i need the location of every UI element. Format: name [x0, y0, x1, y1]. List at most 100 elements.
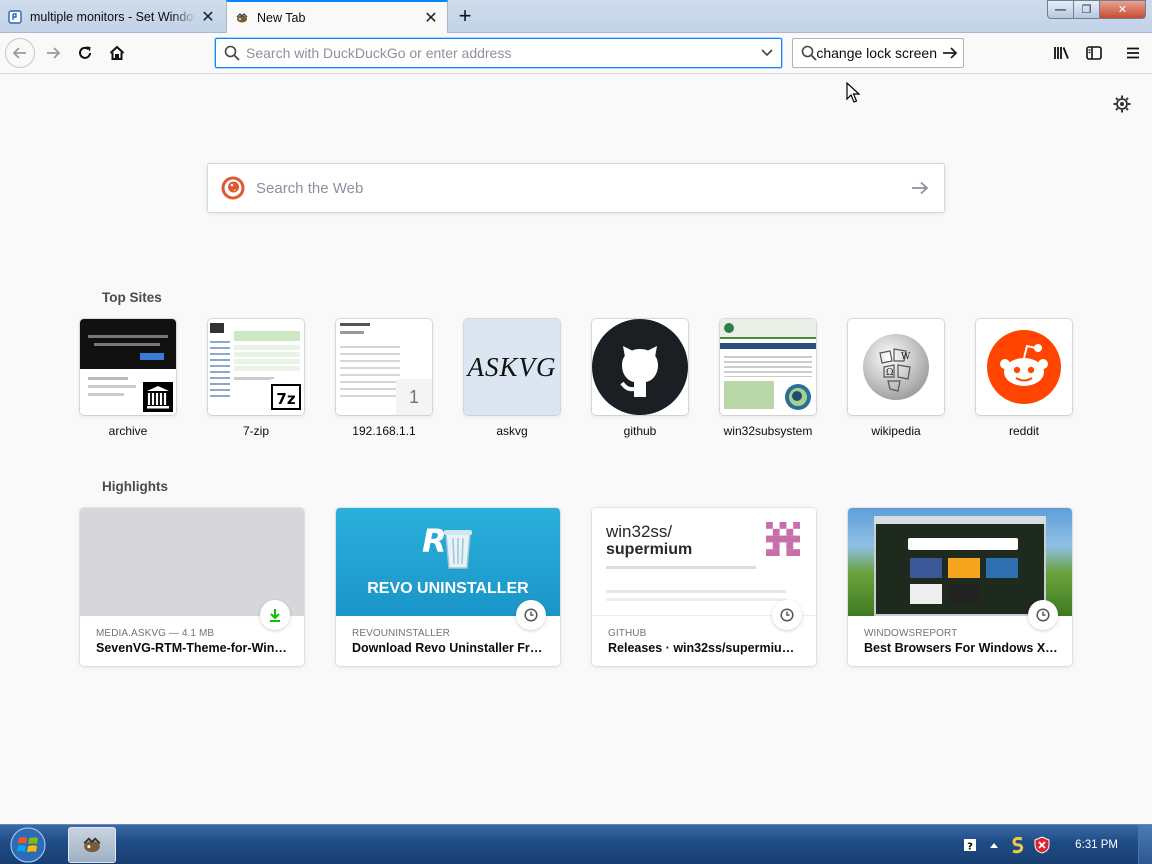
window-controls: — ❐ ✕: [1047, 0, 1146, 19]
home-icon: [109, 45, 125, 60]
close-window-button[interactable]: ✕: [1100, 0, 1146, 19]
web-search-submit-button[interactable]: [896, 164, 944, 212]
svg-text:W: W: [901, 352, 911, 362]
tab-new-tab[interactable]: New Tab ✕: [226, 0, 448, 34]
address-bar[interactable]: [215, 38, 782, 68]
minimize-button[interactable]: —: [1047, 0, 1074, 19]
taskbar-browser-button[interactable]: [68, 827, 116, 863]
start-button[interactable]: [6, 826, 50, 864]
highlights-grid: MEDIA.ASKVG — 4.1 MB SevenVG-RTM-Theme-f…: [80, 508, 1080, 668]
top-site-label: archive: [108, 424, 148, 438]
revo-logo-icon: R: [422, 522, 472, 569]
tab-multiple-monitors[interactable]: multiple monitors - Set Windows ✕: [0, 0, 224, 33]
sidebar-icon: [1086, 46, 1102, 60]
top-site-archive[interactable]: archive: [80, 319, 176, 438]
top-site-askvg[interactable]: ASKVG askvg: [464, 319, 560, 438]
clock-time[interactable]: 6:31 PM: [1075, 839, 1118, 851]
top-site-thumbnail[interactable]: [80, 319, 176, 415]
top-site-label: 7-zip: [242, 424, 269, 438]
sidebar-button[interactable]: [1079, 38, 1109, 68]
duckduckgo-logo-icon: [221, 176, 245, 200]
new-tab-button[interactable]: +: [452, 3, 478, 28]
download-icon: [270, 609, 280, 622]
top-site-thumbnail[interactable]: ASKVG: [464, 319, 560, 415]
svg-text:R: R: [422, 522, 447, 560]
search-icon: [224, 45, 240, 61]
close-tab-icon[interactable]: ✕: [423, 10, 439, 27]
clock-icon: [524, 608, 538, 622]
back-arrow-icon: [12, 47, 26, 59]
system-tray: ? 6:31 PM: [961, 825, 1152, 864]
svg-text:?: ?: [967, 842, 973, 853]
highlight-source: WINDOWSREPORT: [864, 628, 958, 639]
search-bar-text[interactable]: change lock screen: [817, 45, 937, 61]
svg-text:Ω: Ω: [886, 368, 893, 378]
mouse-cursor-icon: [846, 82, 860, 103]
highlight-title: Releases · win32ss/supermium · GitHub: [608, 641, 804, 655]
home-button[interactable]: [102, 38, 132, 68]
highlight-title: Best Browsers For Windows XP to use in 2…: [864, 641, 1060, 655]
app-tray-icon[interactable]: [1009, 836, 1027, 854]
top-site-label: github: [623, 424, 657, 438]
search-go-button[interactable]: [937, 39, 963, 67]
top-site-reddit[interactable]: reddit: [976, 319, 1072, 438]
windows-taskbar: ? 6:31 PM: [0, 824, 1152, 864]
highlight-card[interactable]: MEDIA.ASKVG — 4.1 MB SevenVG-RTM-Theme-f…: [80, 508, 304, 666]
top-site-win32subsystem[interactable]: win32subsystem: [720, 319, 816, 438]
download-badge: [260, 600, 290, 630]
new-tab-page: Top Sites archive: [0, 74, 1152, 824]
tab-strip: multiple monitors - Set Windows ✕ New Ta…: [0, 0, 1152, 34]
wikipedia-logo-icon: W Ω: [863, 334, 929, 400]
top-site-thumbnail[interactable]: [592, 319, 688, 415]
top-site-label: reddit: [1008, 424, 1040, 438]
help-tray-icon[interactable]: ?: [961, 836, 979, 854]
top-site-thumbnail[interactable]: 1: [336, 319, 432, 415]
windows-logo-icon: [10, 827, 46, 863]
security-shield-icon[interactable]: [1033, 836, 1051, 854]
top-site-thumbnail[interactable]: W Ω: [848, 319, 944, 415]
svg-text:7z: 7z: [276, 390, 295, 408]
top-sites-heading: Top Sites: [102, 290, 162, 305]
library-button[interactable]: [1047, 38, 1077, 68]
search-bar[interactable]: change lock screen: [792, 38, 964, 68]
history-dropdown-button[interactable]: [753, 39, 781, 67]
top-site-wikipedia[interactable]: W Ω wikipedia: [848, 319, 944, 438]
browser-app-icon: [83, 837, 101, 853]
top-site-label: askvg: [496, 424, 528, 438]
top-site-thumbnail[interactable]: [720, 319, 816, 415]
github-logo-icon: [592, 319, 688, 415]
reload-icon: [79, 46, 91, 59]
gear-icon: [1113, 95, 1131, 113]
top-site-thumbnail[interactable]: [976, 319, 1072, 415]
web-search-box[interactable]: [207, 163, 945, 213]
top-site-label: win32subsystem: [723, 424, 813, 438]
top-site-7zip[interactable]: 7z 7-zip: [208, 319, 304, 438]
highlight-card[interactable]: WINDOWSREPORT Best Browsers For Windows …: [848, 508, 1072, 666]
reload-button[interactable]: [70, 38, 100, 68]
show-hidden-icons-icon[interactable]: [985, 836, 1003, 854]
highlight-card[interactable]: win32ss/ supermium GITHUB Releases · win…: [592, 508, 816, 666]
top-site-github[interactable]: github: [592, 319, 688, 438]
highlight-card[interactable]: R REVO UNINSTALLER REVOUNINSTALLER Downl…: [336, 508, 560, 666]
library-icon: [1054, 47, 1069, 59]
askvg-logo: ASKVG: [467, 351, 557, 382]
page-settings-button[interactable]: [1110, 92, 1134, 116]
repo-owner-text: win32ss/: [606, 522, 673, 541]
top-site-label: 192.168.1.1: [352, 424, 416, 438]
top-site-router[interactable]: 1 192.168.1.1: [336, 319, 432, 438]
forward-button[interactable]: [38, 38, 68, 68]
restore-button[interactable]: ❐: [1074, 0, 1100, 19]
address-input[interactable]: [240, 40, 753, 66]
highlights-heading: Highlights: [102, 479, 168, 494]
show-desktop-button[interactable]: [1138, 825, 1152, 864]
highlight-title: Download Revo Uninstaller Freeware: [352, 641, 548, 655]
back-button[interactable]: [5, 38, 35, 68]
close-tab-icon[interactable]: ✕: [200, 9, 216, 26]
chevron-down-icon: [761, 49, 773, 57]
top-sites-grid: archive 7z 7-zip 1 192.168.1.1 ASKVG ask…: [80, 319, 1080, 444]
menu-button[interactable]: [1118, 38, 1148, 68]
web-search-input[interactable]: [245, 179, 896, 197]
history-badge: [1028, 600, 1058, 630]
top-site-thumbnail[interactable]: 7z: [208, 319, 304, 415]
browser-favicon-icon: [236, 13, 248, 23]
